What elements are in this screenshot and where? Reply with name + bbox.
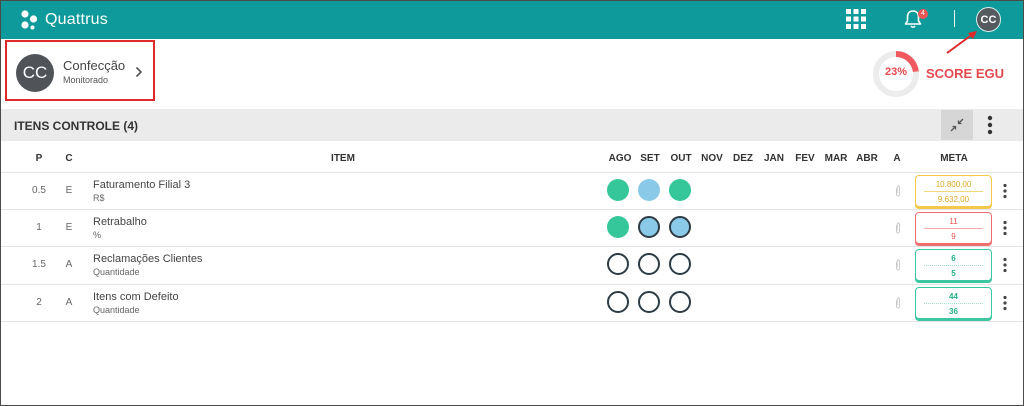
meta-actual: 9.632,00 — [937, 195, 970, 204]
meta-actual: 5 — [951, 269, 956, 278]
status-dot[interactable] — [669, 253, 691, 275]
column-header-item[interactable]: ITEM — [313, 153, 373, 164]
collapse-button[interactable] — [941, 110, 973, 140]
item-name[interactable]: Reclamações Clientes — [93, 253, 202, 265]
app-logo[interactable]: Quattrus — [19, 9, 108, 31]
unit-avatar: CC — [16, 54, 54, 92]
annotation-arrow-icon — [946, 31, 977, 54]
row-divider — [1, 172, 1023, 173]
header-divider — [954, 10, 955, 27]
meta-divider — [924, 191, 983, 192]
meta-badge[interactable]: 44 36 — [915, 287, 992, 319]
item-unit: R$ — [93, 193, 105, 203]
status-dot[interactable] — [638, 291, 660, 313]
column-header-month[interactable]: SET — [638, 153, 662, 164]
column-header-c[interactable]: C — [62, 153, 76, 164]
row-divider — [1, 209, 1023, 210]
status-dot[interactable] — [607, 179, 629, 201]
meta-badge[interactable]: 65 — [915, 249, 992, 281]
more-vertical-icon[interactable] — [1002, 220, 1008, 236]
section-title: ITENS CONTROLE (4) — [14, 119, 139, 133]
score-value: 23% — [884, 66, 908, 78]
meta-target: 6 — [951, 254, 956, 263]
column-header-a[interactable]: A — [888, 153, 906, 164]
category-cell: E — [65, 185, 73, 196]
item-unit: % — [93, 230, 102, 240]
collapse-arrows-icon — [950, 118, 964, 132]
column-header-month[interactable]: DEZ — [731, 153, 755, 164]
score-label: SCORE EGU — [926, 66, 1005, 81]
meta-divider — [924, 228, 983, 229]
meta-target: 11 — [949, 217, 958, 226]
category-cell: A — [65, 297, 73, 308]
row-divider — [1, 284, 1023, 285]
meta-actual: 36 — [949, 307, 958, 316]
column-header-month[interactable]: OUT — [669, 153, 693, 164]
attachment-icon[interactable] — [894, 185, 902, 197]
unit-status: Monitorado — [63, 75, 109, 85]
app-name: Quattrus — [45, 11, 108, 28]
attachment-icon[interactable] — [894, 297, 902, 309]
status-dot[interactable] — [669, 179, 691, 201]
column-header-p[interactable]: P — [24, 153, 54, 164]
meta-divider — [924, 303, 983, 304]
category-cell: E — [65, 222, 73, 233]
weight-cell: 1.5 — [32, 259, 46, 270]
unit-name: Confecção — [63, 58, 126, 73]
status-dot[interactable] — [669, 291, 691, 313]
column-header-month[interactable]: JAN — [762, 153, 786, 164]
more-vertical-icon[interactable] — [1002, 183, 1008, 199]
meta-target: 10.800,00 — [935, 180, 972, 189]
category-cell: A — [65, 259, 73, 270]
item-name[interactable]: Faturamento Filial 3 — [93, 179, 190, 191]
attachment-icon[interactable] — [894, 222, 902, 234]
meta-target: 44 — [949, 292, 958, 301]
status-dot[interactable] — [638, 179, 660, 201]
item-unit: Quantidade — [93, 305, 140, 315]
status-dot[interactable] — [638, 253, 660, 275]
meta-badge[interactable]: 10.800,00 9.632,00 — [915, 175, 992, 207]
column-header-month[interactable]: ABR — [855, 153, 879, 164]
top-bar: Quattrus — [1, 1, 1023, 39]
section-header: ITENS CONTROLE (4) — [1, 109, 1023, 141]
meta-actual: 9 — [951, 232, 956, 241]
more-vertical-icon[interactable] — [979, 110, 1001, 140]
status-dot[interactable] — [638, 216, 660, 238]
column-header-meta[interactable]: META — [926, 153, 982, 164]
status-dot[interactable] — [607, 291, 629, 313]
item-name[interactable]: Retrabalho — [93, 216, 147, 228]
row-divider — [1, 246, 1023, 247]
notification-badge: 4 — [918, 9, 928, 19]
more-vertical-icon[interactable] — [1002, 257, 1008, 273]
column-header-month[interactable]: MAR — [824, 153, 848, 164]
attachment-icon[interactable] — [894, 259, 902, 271]
weight-cell: 1 — [36, 222, 42, 233]
status-dot[interactable] — [669, 216, 691, 238]
meta-divider — [924, 265, 983, 266]
status-dot[interactable] — [607, 216, 629, 238]
apps-grid-icon[interactable] — [846, 9, 866, 29]
row-divider — [1, 321, 1023, 322]
item-unit: Quantidade — [93, 267, 140, 277]
column-header-month[interactable]: FEV — [793, 153, 817, 164]
meta-badge[interactable]: 11 9 — [915, 212, 992, 244]
column-header-month[interactable]: NOV — [700, 153, 724, 164]
quattrus-logo-icon — [21, 10, 38, 30]
column-header-month[interactable]: AGO — [608, 153, 632, 164]
item-name[interactable]: Itens com Defeito — [93, 291, 179, 303]
weight-cell: 0.5 — [32, 185, 46, 196]
chevron-right-icon — [135, 66, 143, 78]
weight-cell: 2 — [36, 297, 42, 308]
more-vertical-icon[interactable] — [1002, 295, 1008, 311]
status-dot[interactable] — [607, 253, 629, 275]
unit-selector[interactable]: CC Confecção Monitorado — [5, 40, 155, 101]
